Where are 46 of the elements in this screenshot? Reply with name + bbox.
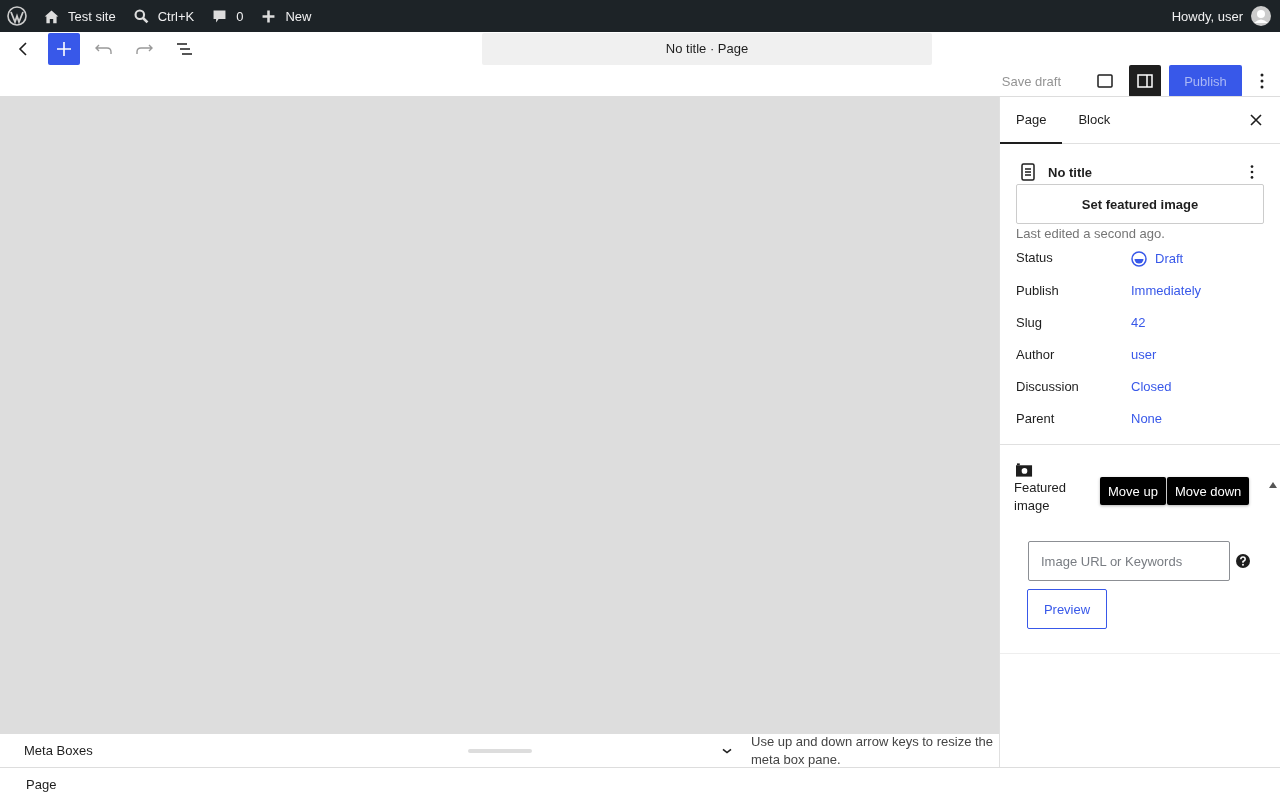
move-down-button[interactable]: Move down xyxy=(1166,477,1250,505)
field-value-link[interactable]: user xyxy=(1131,346,1157,364)
image-url-field[interactable]: Image URL or Keywords xyxy=(1028,541,1230,581)
site-link[interactable]: Test site xyxy=(43,7,116,25)
page-title: No title xyxy=(1048,164,1093,180)
breadcrumb[interactable]: Page xyxy=(26,776,57,792)
comments-link[interactable]: 0 xyxy=(211,7,244,25)
move-up-button[interactable]: Move up xyxy=(1100,477,1166,505)
sidebar-tab[interactable]: Page xyxy=(1000,97,1063,144)
panel-title: Featured image xyxy=(1014,479,1068,515)
set-featured-image-button[interactable]: Set featured image xyxy=(1016,184,1264,224)
sidebar-tab[interactable]: Block xyxy=(1062,97,1127,144)
help-icon[interactable] xyxy=(1236,554,1250,568)
settings-button[interactable] xyxy=(1129,65,1161,96)
field-value-link[interactable]: Closed xyxy=(1131,378,1172,396)
sidebar-icon xyxy=(1135,71,1155,91)
preview-button[interactable]: Preview xyxy=(1027,589,1107,629)
last-edited-text: Last edited a second ago. xyxy=(1016,226,1166,241)
document-title-bar[interactable]: No title · Page xyxy=(482,32,932,65)
meta-boxes-title: Meta Boxes xyxy=(24,743,94,758)
add-block-button[interactable] xyxy=(48,32,80,65)
new-link[interactable]: New xyxy=(260,7,312,25)
resize-handle[interactable] xyxy=(468,748,532,753)
search-link[interactable]: Ctrl+K xyxy=(132,7,195,25)
wordpress-logo-icon[interactable] xyxy=(7,6,27,26)
field-value-link[interactable]: None xyxy=(1131,410,1163,428)
account-link[interactable]: Howdy, user xyxy=(1171,6,1271,26)
avatar-icon xyxy=(1251,6,1271,26)
field-value-link[interactable]: 42 xyxy=(1131,314,1146,332)
resize-hint: Use up and down arrow keys to resize the meta box pane. xyxy=(751,732,995,769)
field-label: Publish xyxy=(1016,282,1060,300)
field-label: Slug xyxy=(1016,314,1044,332)
options-icon[interactable] xyxy=(1250,163,1254,181)
draft-status-icon xyxy=(1131,251,1147,267)
options-icon[interactable] xyxy=(1260,71,1264,91)
desktop-icon xyxy=(1095,71,1115,91)
field-label: Discussion xyxy=(1016,378,1080,396)
search-icon xyxy=(132,7,150,25)
field-label: Parent xyxy=(1016,410,1056,428)
status-link[interactable]: Draft xyxy=(1131,250,1184,268)
field-label: Status xyxy=(1016,249,1054,267)
camera-icon xyxy=(1016,463,1033,477)
field-label: Author xyxy=(1016,346,1056,364)
page-icon xyxy=(1020,163,1036,181)
collapse-icon[interactable] xyxy=(1268,481,1278,489)
field-value-link[interactable]: Immediately xyxy=(1131,282,1202,300)
